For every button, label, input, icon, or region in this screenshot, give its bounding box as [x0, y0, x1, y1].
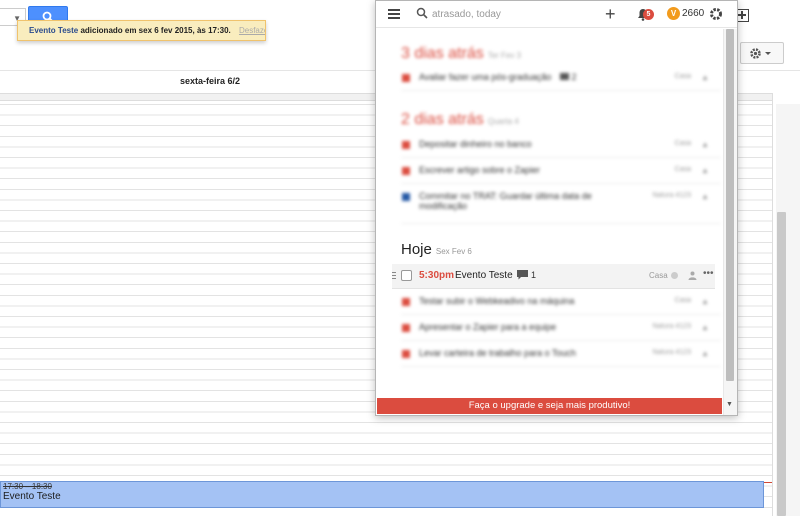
notifications-badge: 5 — [643, 9, 654, 20]
overdue-section-header: 2 dias atrás Quarta 4 — [401, 111, 519, 129]
comment-count: 1 — [531, 270, 537, 280]
more-options-icon[interactable]: ••• — [703, 268, 714, 279]
task-project: Casa — [674, 140, 691, 147]
assign-icon[interactable]: ▲ — [701, 297, 709, 306]
task-priority-marker[interactable] — [402, 350, 410, 358]
event-title: Evento Teste — [3, 491, 61, 502]
calendar-event[interactable]: 17:30 – 18:30 Evento Teste — [0, 481, 764, 508]
task-item[interactable]: Depositar dinheiro no banco Casa ▲ — [401, 134, 721, 158]
task-comments[interactable]: 1 — [517, 270, 536, 280]
filter-search-input[interactable] — [432, 6, 592, 22]
event-added-notice: Evento Teste adicionado em sex 6 fev 201… — [17, 20, 266, 41]
task-item[interactable]: Commitar no TRAT: Guardar última data de… — [401, 186, 721, 224]
section-date: Quarta 4 — [487, 117, 519, 126]
task-text: Apresentar o Zapier para a equipe — [419, 322, 557, 332]
task-priority-marker[interactable] — [402, 141, 410, 149]
drag-handle-icon[interactable] — [392, 272, 396, 281]
task-label: Avaliar fazer uma pós-graduação — [419, 72, 552, 82]
task-text: Depositar dinheiro no banco — [419, 139, 532, 149]
task-label-line-2: modificação — [419, 201, 468, 211]
task-project: Natura 4123 — [652, 349, 691, 356]
task-priority-marker[interactable] — [402, 193, 410, 201]
task-item[interactable]: Avaliar fazer uma pós-graduação 2 Casa ▲ — [401, 67, 721, 91]
task-project: Natura 4123 — [652, 323, 691, 330]
day-column-header[interactable]: sexta-feira 6/2 — [0, 76, 420, 86]
add-task-button[interactable]: + — [605, 5, 616, 23]
project-color-dot — [670, 272, 678, 279]
section-title: 3 dias atrás — [401, 45, 484, 62]
event-time: 17:30 – 18:30 — [3, 482, 52, 491]
task-project: Natura 4123 — [652, 192, 691, 199]
assign-icon[interactable]: ▲ — [701, 140, 709, 149]
karma-button[interactable]: V 2660 — [667, 7, 704, 21]
menu-icon[interactable] — [388, 9, 400, 19]
task-priority-marker[interactable] — [402, 167, 410, 175]
overdue-section-header: 3 dias atrás Ter Fev 3 — [401, 45, 521, 63]
assign-icon[interactable]: ▲ — [701, 166, 709, 175]
section-date: Ter Fev 3 — [487, 51, 522, 60]
gear-icon[interactable] — [709, 7, 723, 21]
task-text: Escrever artigo sobre o Zapier — [419, 165, 541, 175]
task-project: Casa — [674, 73, 691, 80]
undo-link[interactable]: Desfazer — [239, 26, 265, 35]
task-name[interactable]: Evento Teste — [455, 270, 513, 281]
today-date: Sex Fev 6 — [435, 247, 472, 256]
popup-scroll-thumb[interactable] — [726, 29, 734, 381]
today-title: Hoje — [401, 241, 432, 258]
gear-icon — [750, 48, 771, 59]
task-due-time: 5:30pm — [419, 270, 455, 281]
section-title: 2 dias atrás — [401, 111, 484, 128]
assign-icon[interactable]: ▲ — [701, 323, 709, 332]
karma-icon: V — [667, 7, 680, 20]
task-item[interactable]: Testar subir o Webkeadivo na máquina Cas… — [401, 291, 721, 315]
calendar-scroll-thumb[interactable] — [777, 212, 786, 516]
popup-header: + 5 V2660 — [376, 1, 737, 28]
task-project: Casa — [674, 297, 691, 304]
task-checkbox[interactable] — [401, 270, 412, 281]
project-name: Casa — [649, 271, 668, 280]
task-project: Casa — [674, 166, 691, 173]
upgrade-banner[interactable]: Faça o upgrade e seja mais produtivo! — [377, 398, 722, 414]
comment-icon — [517, 270, 528, 280]
assign-icon[interactable]: ▲ — [701, 349, 709, 358]
karma-points: 2660 — [682, 8, 705, 19]
task-text: Avaliar fazer uma pós-graduação 2 — [419, 72, 576, 82]
task-label-line-1: Commitar no TRAT: Guardar última data de — [419, 191, 592, 201]
todoist-popup: + 5 V2660 3 dias atrásTer Fev 3 Avaliar … — [375, 0, 738, 416]
task-item[interactable]: Apresentar o Zapier para a equipe Natura… — [401, 317, 721, 341]
grid-divider — [772, 93, 773, 516]
task-item[interactable]: Levar carteira de trabalho para o Touch … — [401, 343, 721, 367]
scroll-down-arrow-icon[interactable]: ▼ — [726, 401, 733, 408]
task-project: Casa — [649, 271, 678, 280]
calendar-settings-button[interactable] — [740, 42, 784, 64]
today-section-header: Hoje Sex Fev 6 — [401, 241, 472, 258]
assign-icon[interactable] — [688, 271, 697, 280]
assign-icon[interactable]: ▲ — [701, 192, 709, 201]
day-header-label: sexta-feira 6/2 — [179, 76, 241, 86]
search-icon — [416, 7, 428, 19]
notice-message: adicionado em sex 6 fev 2015, às 17:30. — [80, 26, 231, 35]
comment-icon — [559, 73, 569, 80]
notifications-button[interactable]: 5 — [637, 7, 655, 23]
task-text: Testar subir o Webkeadivo na máquina — [419, 296, 575, 306]
task-priority-marker[interactable] — [402, 324, 410, 332]
task-text: Commitar no TRAT: Guardar última data de… — [419, 191, 592, 211]
task-priority-marker[interactable] — [402, 74, 410, 82]
notice-event-name[interactable]: Evento Teste — [29, 26, 78, 35]
active-task-row[interactable]: 5:30pm Evento Teste 1 Casa ••• — [392, 264, 715, 289]
task-priority-marker[interactable] — [402, 298, 410, 306]
comment-count: 2 — [571, 72, 577, 82]
assign-icon[interactable]: ▲ — [701, 73, 709, 82]
task-text: Levar carteira de trabalho para o Touch — [419, 348, 576, 358]
task-item[interactable]: Escrever artigo sobre o Zapier Casa ▲ — [401, 160, 721, 184]
